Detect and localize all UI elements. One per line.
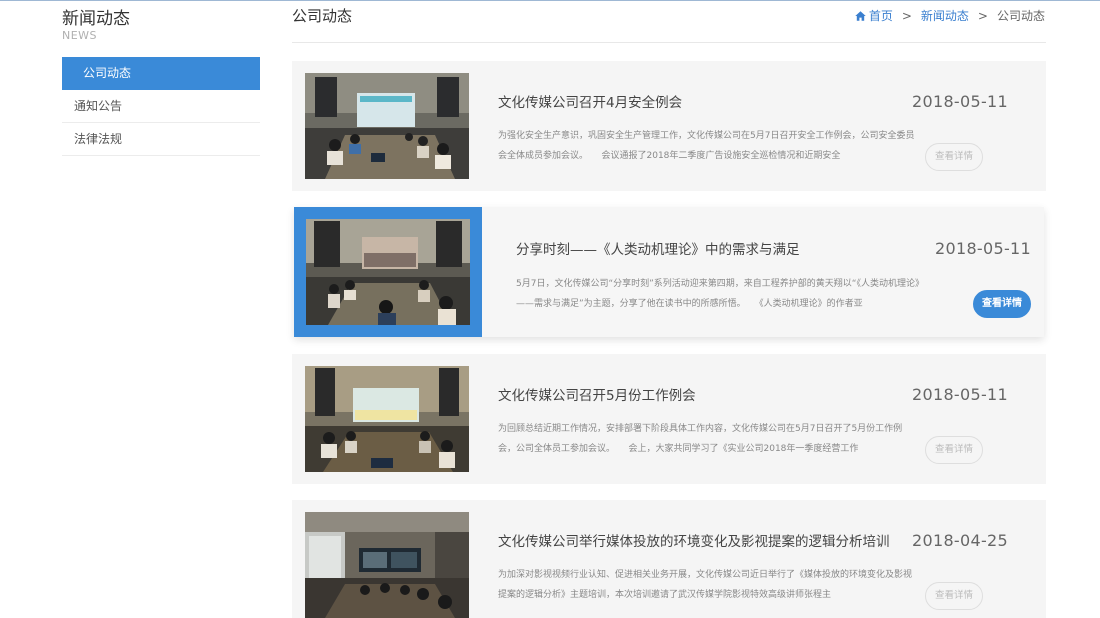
news-date: 2018-05-11 [912,385,1008,404]
header-divider [292,42,1046,43]
sidebar-menu: 公司动态 通知公告 法律法规 [62,57,260,156]
breadcrumb-separator: > [901,8,912,23]
breadcrumb-current: 公司动态 [996,9,1045,23]
news-summary: 为强化安全生产意识，巩固安全生产管理工作，文化传媒公司在5月7日召开安全工作例会… [498,131,915,161]
view-details-button[interactable]: 查看详情 [925,143,983,171]
news-title[interactable]: 文化传媒公司举行媒体投放的环境变化及影视提案的逻辑分析培训 [498,530,890,550]
news-title[interactable]: 文化传媒公司召开4月安全例会 [498,91,682,111]
top-border [0,0,1100,1]
news-date: 2018-04-25 [912,531,1008,550]
sidebar-title: 新闻动态 [62,9,130,29]
news-thumbnail[interactable] [306,219,470,325]
news-title[interactable]: 分享时刻——《人类动机理论》中的需求与满足 [516,238,800,258]
news-date: 2018-05-11 [935,239,1031,258]
breadcrumb: 首页 > 新闻动态 > 公司动态 [855,7,1045,24]
news-card[interactable]: 文化传媒公司召开5月份工作例会 2018-05-11 为回顾总结近期工作情况，安… [292,354,1046,484]
news-thumbnail[interactable] [305,73,469,179]
view-details-button[interactable]: 查看详情 [925,436,983,464]
view-details-button[interactable]: 查看详情 [973,290,1031,318]
page-title: 公司动态 [292,7,353,25]
news-summary: 为加深对影视视频行业认知、促进相关业务开展，文化传媒公司近日举行了《媒体投放的环… [498,570,913,600]
sidebar-item-notices[interactable]: 通知公告 [62,90,260,123]
news-thumbnail[interactable] [305,366,469,472]
sidebar-item-company-news[interactable]: 公司动态 [62,57,260,90]
breadcrumb-separator: > [977,8,988,23]
home-icon [855,11,866,21]
sidebar-subtitle: NEWS [62,29,98,42]
news-title[interactable]: 文化传媒公司召开5月份工作例会 [498,384,696,404]
news-date: 2018-05-11 [912,92,1008,111]
news-summary: 为回顾总结近期工作情况，安排部署下阶段具体工作内容，文化传媒公司在5月7日召开了… [498,424,903,454]
news-card-hovered[interactable]: 分享时刻——《人类动机理论》中的需求与满足 2018-05-11 5月7日，文化… [294,207,1044,337]
view-details-button[interactable]: 查看详情 [925,582,983,610]
news-card[interactable]: 文化传媒公司举行媒体投放的环境变化及影视提案的逻辑分析培训 2018-04-25… [292,500,1046,618]
news-summary: 5月7日，文化传媒公司“分享时刻”系列活动迎来第四期，来自工程养护部的黄天翔以“… [516,279,924,309]
news-thumbnail[interactable] [305,512,469,618]
breadcrumb-home-link[interactable]: 首页 [855,7,893,24]
sidebar-item-laws[interactable]: 法律法规 [62,123,260,156]
breadcrumb-home-label: 首页 [868,9,893,23]
breadcrumb-news-link[interactable]: 新闻动态 [921,7,969,24]
news-card[interactable]: 文化传媒公司召开4月安全例会 2018-05-11 为强化安全生产意识，巩固安全… [292,61,1046,191]
